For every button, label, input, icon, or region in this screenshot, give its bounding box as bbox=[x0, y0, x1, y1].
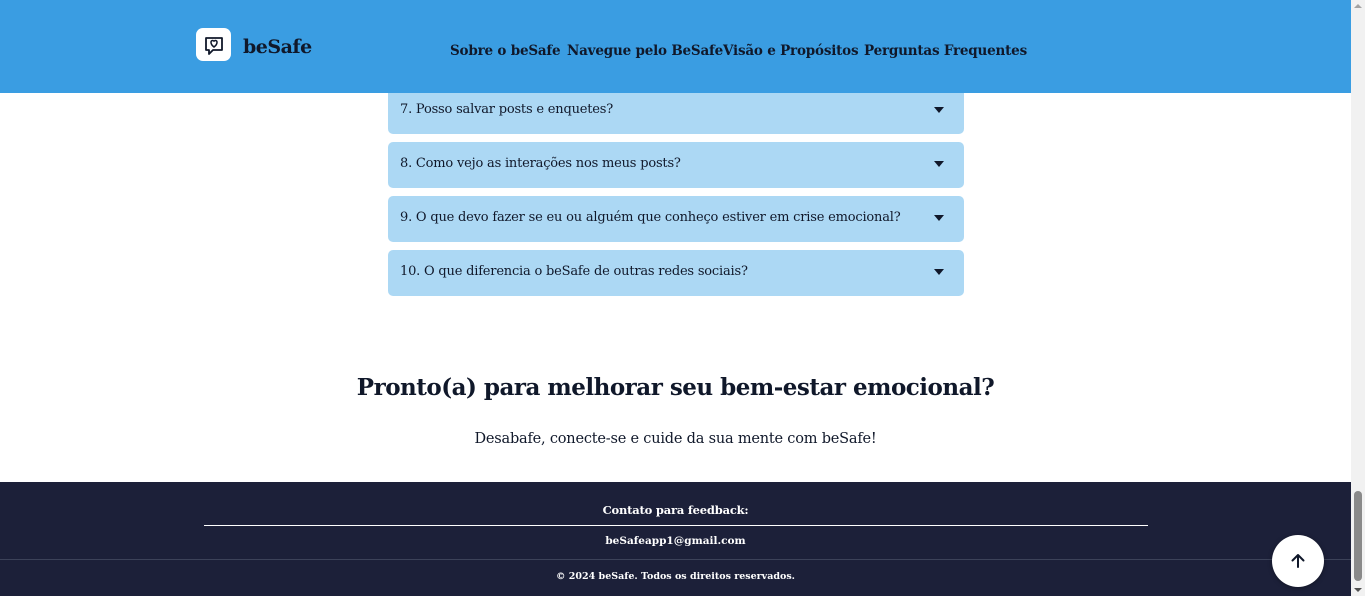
footer-copyright: © 2024 beSafe. Todos os direitos reserva… bbox=[556, 571, 795, 582]
arrow-up-icon bbox=[1291, 554, 1305, 568]
nav-link-visao[interactable]: Visão e Propósitos bbox=[723, 43, 859, 59]
faq-question: 7. Posso salvar posts e enquetes? bbox=[400, 102, 613, 117]
nav-link-perguntas[interactable]: Perguntas Frequentes bbox=[864, 43, 1027, 59]
cta-subtitle: Desabafe, conecte-se e cuide da sua ment… bbox=[474, 431, 877, 447]
footer-separator bbox=[204, 525, 1148, 526]
faq-question: 10. O que diferencia o beSafe de outras … bbox=[400, 264, 748, 279]
scrollbar-thumb[interactable] bbox=[1354, 491, 1362, 581]
site-footer: Contato para feedback: beSafeapp1@gmail.… bbox=[0, 482, 1351, 596]
back-to-top-button[interactable] bbox=[1272, 535, 1324, 587]
footer-divider bbox=[0, 559, 1351, 560]
faq-item[interactable]: 7. Posso salvar posts e enquetes? bbox=[388, 88, 964, 134]
caret-down-icon bbox=[934, 107, 944, 113]
nav-link-sobre[interactable]: Sobre o beSafe bbox=[450, 43, 561, 59]
scroll-up-arrow-icon[interactable] bbox=[1354, 4, 1362, 8]
faq-question: 9. O que devo fazer se eu ou alguém que … bbox=[400, 210, 901, 225]
caret-down-icon bbox=[934, 215, 944, 221]
footer-email[interactable]: beSafeapp1@gmail.com bbox=[0, 535, 1351, 547]
nav-link-navegue[interactable]: Navegue pelo BeSafe bbox=[567, 43, 723, 59]
scroll-down-arrow-icon[interactable] bbox=[1354, 588, 1362, 592]
cta-title: Pronto(a) para melhorar seu bem-estar em… bbox=[356, 374, 995, 401]
faq-item[interactable]: 10. O que diferencia o beSafe de outras … bbox=[388, 250, 964, 296]
main-nav: Sobre o beSafe Navegue pelo BeSafe Visão… bbox=[0, 43, 1351, 63]
faq-item[interactable]: 8. Como vejo as interações nos meus post… bbox=[388, 142, 964, 188]
caret-down-icon bbox=[934, 161, 944, 167]
faq-item[interactable]: 9. O que devo fazer se eu ou alguém que … bbox=[388, 196, 964, 242]
faq-question: 8. Como vejo as interações nos meus post… bbox=[400, 156, 681, 171]
caret-down-icon bbox=[934, 269, 944, 275]
scrollbar[interactable] bbox=[1351, 0, 1365, 596]
site-header: beSafe Sobre o beSafe Navegue pelo BeSaf… bbox=[0, 0, 1351, 93]
footer-contact-label: Contato para feedback: bbox=[602, 503, 749, 517]
page: beSafe Sobre o beSafe Navegue pelo BeSaf… bbox=[0, 0, 1365, 596]
